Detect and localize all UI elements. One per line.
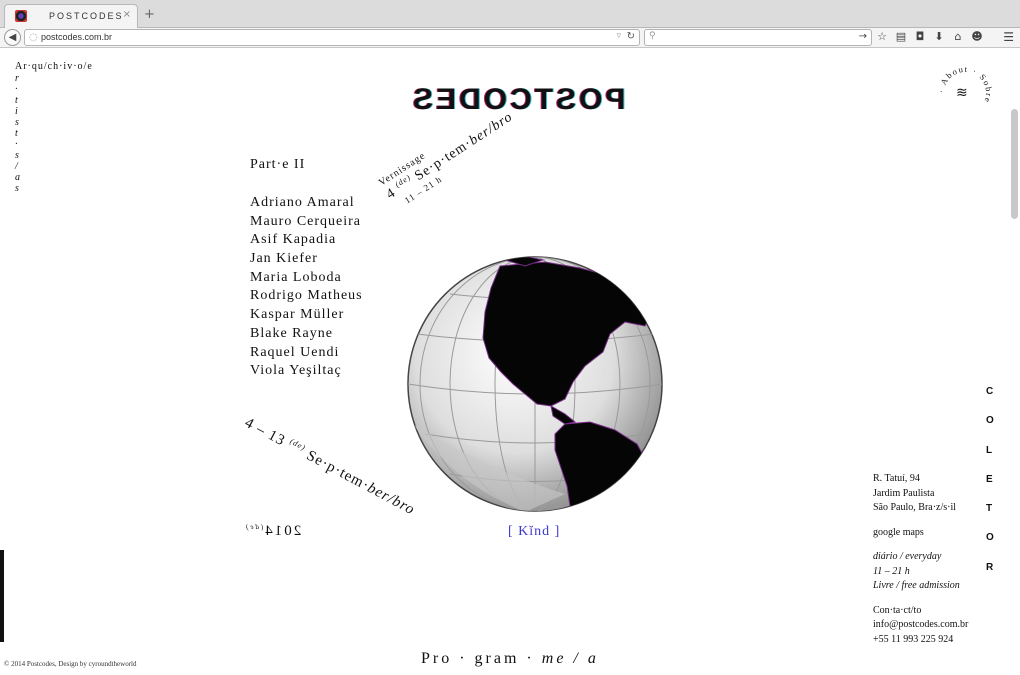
phone-number: +55 11 993 225 924 [873, 633, 954, 645]
toolbar-icons: ☆ ▤ ◘ ⬇ ⌂ ☻ [876, 30, 983, 43]
opening-hours: 11 – 21 h [873, 565, 910, 577]
back-icon[interactable]: ◀ [4, 29, 21, 46]
coletor-link[interactable]: C O L E T O R [986, 386, 994, 591]
artist-list: Adriano Amaral Mauro Cerqueira Asif Kapa… [250, 194, 363, 381]
address-street: R. Tatuí, 94 [873, 473, 920, 484]
artist-link[interactable]: Mauro Cerqueira [250, 213, 363, 232]
admission-info: Livre / free admission [873, 580, 960, 591]
kind-link[interactable]: [ Kĭnd ] [508, 524, 560, 540]
artist-link[interactable]: Raquel Uendi [250, 344, 363, 363]
menu-icon[interactable]: ☰ [1003, 30, 1014, 44]
opening-days: diário / everyday [873, 551, 942, 562]
reload-icon[interactable]: ↻ [627, 31, 635, 42]
go-arrow-icon[interactable]: → [859, 31, 867, 42]
artist-link[interactable]: Kaspar Müller [250, 306, 363, 325]
address-city: São Paulo, Bra·z/s·il [873, 502, 957, 513]
tab-title: POSTCODES [49, 11, 124, 21]
address-district: Jardim Paulista [873, 487, 935, 499]
home-icon[interactable]: ⌂ [952, 30, 964, 43]
pocket-icon[interactable]: ◘ [914, 30, 926, 43]
download-icon[interactable]: ⬇ [933, 30, 945, 43]
search-icon: ⚲ [649, 31, 656, 41]
wave-lines-icon: ≋ [956, 85, 968, 101]
chat-icon[interactable]: ☻ [971, 30, 983, 43]
reading-list-icon[interactable]: ▤ [895, 30, 907, 43]
navigation-bar: ◀ ◌ postcodes.com.br ▿ ↻ ⚲ → ☆ ▤ ◘ ⬇ ⌂ ☻… [0, 28, 1020, 48]
artist-link[interactable]: Rodrigo Matheus [250, 287, 363, 306]
artist-link[interactable]: Blake Rayne [250, 325, 363, 344]
search-input[interactable]: ⚲ → [644, 29, 872, 46]
programme-link[interactable]: Pro · gram · me / a [421, 650, 599, 668]
url-bar[interactable]: ◌ postcodes.com.br ▿ ↻ [24, 29, 640, 46]
google-maps-link[interactable]: google maps [873, 526, 1003, 541]
favicon-icon [15, 10, 27, 22]
globe-image [407, 256, 663, 512]
exhibition-dates: 4 – 13 (de) Se·p·tem·ber/bro [242, 414, 418, 519]
artist-link[interactable]: Jan Kiefer [250, 250, 363, 269]
side-bar-marker [0, 550, 4, 642]
artist-link[interactable]: Asif Kapadia [250, 231, 363, 250]
artist-link[interactable]: Adriano Amaral [250, 194, 363, 213]
star-icon[interactable]: ☆ [876, 30, 888, 43]
contact-label: Con·ta·ct/to [873, 604, 922, 616]
footer-credit[interactable]: © 2014 Postcodes, Design by cyroundthewo… [4, 660, 136, 668]
artists-vertical-link[interactable]: r · t i s t · s / a s [15, 73, 25, 194]
artist-link[interactable]: Viola Yeşiltaç [250, 362, 363, 381]
dropdown-icon[interactable]: ▿ [616, 31, 621, 41]
archive-link[interactable]: Ar·qu/ch·iv·o/e [15, 61, 93, 72]
artist-link[interactable]: Maria Loboda [250, 269, 363, 288]
scrollbar[interactable] [1011, 109, 1018, 219]
contact-info: R. Tatuí, 94 Jardim Paulista São Paulo, … [873, 472, 1003, 647]
tab-postcodes[interactable]: POSTCODES × [4, 4, 138, 28]
tab-strip: POSTCODES × + [0, 0, 1020, 28]
page: Ar·qu/ch·iv·o/e r · t i s t · s / a s PO… [0, 49, 1020, 675]
url-text[interactable]: postcodes.com.br [41, 32, 112, 42]
new-tab-button[interactable]: + [144, 7, 155, 22]
part-label: Part·e II [250, 157, 306, 172]
year-label: 2014(de) [244, 523, 302, 539]
close-tab-icon[interactable]: × [123, 9, 131, 20]
email-link[interactable]: info@postcodes.com.br [873, 618, 1003, 633]
